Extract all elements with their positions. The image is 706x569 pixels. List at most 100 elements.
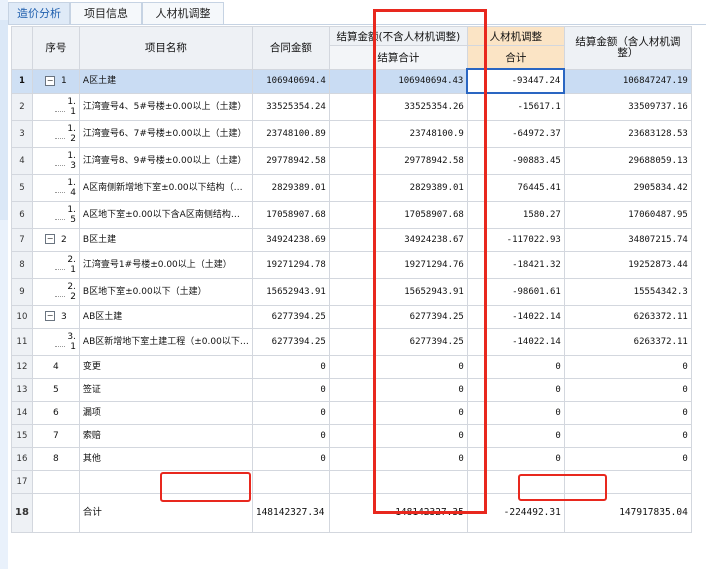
seq-cell[interactable]: 1. 5 xyxy=(31,200,80,229)
settlement-incl-cell[interactable]: 0 xyxy=(563,446,692,471)
labor-adjust-cell[interactable]: 0 xyxy=(466,354,565,379)
total-settlement-amount[interactable]: 148142327.35 xyxy=(328,492,468,533)
seq-cell[interactable]: −1 xyxy=(31,68,80,94)
settlement-amount-cell[interactable]: 19271294.76 xyxy=(328,250,468,279)
project-name-cell[interactable]: 其他 xyxy=(78,446,253,471)
settlement-incl-cell[interactable]: 6263372.11 xyxy=(563,327,692,356)
table-row[interactable]: 8 2. 1 江湾壹号1#号楼±0.00以上（土建） 19271294.78 19271… xyxy=(11,250,692,279)
table-row[interactable]: 1−1 A区土建 106940694.4 106940694.43 -93447.24 1… xyxy=(11,68,692,94)
table-row[interactable]: 11 3. 1 AB区新增地下室土建工程（±0.00以下… 6277394.25 627… xyxy=(11,327,692,356)
table-row[interactable]: 16 8 其他 0 0 0 0 xyxy=(11,446,692,471)
table-row[interactable]: 6 1. 5 A区地下室±0.00以下含A区南侧结构… 17058907.68 1705… xyxy=(11,200,692,229)
seq-cell[interactable]: −2 xyxy=(31,227,80,252)
settlement-amount-cell[interactable]: 0 xyxy=(328,446,468,471)
project-name-cell[interactable]: 江湾壹号8、9#号楼±0.00以上（土建） xyxy=(78,146,253,175)
settlement-amount-cell[interactable]: 23748100.9 xyxy=(328,119,468,148)
seq-cell[interactable]: 1. 2 xyxy=(31,119,80,148)
settlement-incl-cell[interactable]: 34807215.74 xyxy=(563,227,692,252)
settlement-amount-cell[interactable]: 33525354.26 xyxy=(328,92,468,121)
settlement-amount-cell[interactable]: 34924238.67 xyxy=(328,227,468,252)
contract-amount-cell[interactable] xyxy=(251,469,330,494)
contract-amount-cell[interactable]: 0 xyxy=(251,423,330,448)
header-labor-adjust[interactable]: 人材机调整 xyxy=(466,26,565,46)
header-seq[interactable]: 序号 xyxy=(31,26,80,70)
project-name-cell[interactable]: A区南侧新增地下室±0.00以下结构（… xyxy=(78,173,253,202)
labor-adjust-cell[interactable]: -15617.1 xyxy=(466,92,565,121)
settlement-amount-cell[interactable]: 29778942.58 xyxy=(328,146,468,175)
contract-amount-cell[interactable]: 6277394.25 xyxy=(251,327,330,356)
seq-cell[interactable]: 2. 1 xyxy=(31,250,80,279)
labor-adjust-cell[interactable]: -117022.93 xyxy=(466,227,565,252)
total-settlement-incl[interactable]: 147917835.04 xyxy=(563,492,692,533)
settlement-incl-cell[interactable]: 2905834.42 xyxy=(563,173,692,202)
seq-cell[interactable]: 3. 1 xyxy=(31,327,80,356)
settlement-amount-cell[interactable]: 15652943.91 xyxy=(328,277,468,306)
settlement-amount-cell[interactable] xyxy=(328,469,468,494)
project-name-cell[interactable]: 索赔 xyxy=(78,423,253,448)
project-name-cell[interactable]: AB区土建 xyxy=(78,304,253,329)
contract-amount-cell[interactable]: 2829389.01 xyxy=(251,173,330,202)
contract-amount-cell[interactable]: 29778942.58 xyxy=(251,146,330,175)
total-row[interactable]: 18 合计 148142327.34 148142327.35 -224492.… xyxy=(11,492,692,533)
header-contract-amount[interactable]: 合同金额 xyxy=(251,26,330,70)
contract-amount-cell[interactable]: 0 xyxy=(251,400,330,425)
seq-cell[interactable]: 1. 3 xyxy=(31,146,80,175)
settlement-incl-cell[interactable]: 33509737.16 xyxy=(563,92,692,121)
labor-adjust-cell[interactable]: -18421.32 xyxy=(466,250,565,279)
settlement-incl-cell[interactable]: 17060487.95 xyxy=(563,200,692,229)
table-row[interactable]: 2 1. 1 江湾壹号4、5#号楼±0.00以上（土建） 33525354.24 335… xyxy=(11,92,692,121)
contract-amount-cell[interactable]: 19271294.78 xyxy=(251,250,330,279)
header-labor-adjust-total[interactable]: 合计 xyxy=(466,45,565,70)
project-name-cell[interactable]: B区土建 xyxy=(78,227,253,252)
seq-cell[interactable]: 2. 2 xyxy=(31,277,80,306)
contract-amount-cell[interactable]: 33525354.24 xyxy=(251,92,330,121)
settlement-incl-cell[interactable] xyxy=(563,469,692,494)
table-row[interactable]: 13 5 签证 0 0 0 0 xyxy=(11,377,692,402)
collapse-icon[interactable]: − xyxy=(45,75,56,86)
settlement-incl-cell[interactable]: 19252873.44 xyxy=(563,250,692,279)
settlement-amount-cell[interactable]: 0 xyxy=(328,423,468,448)
project-name-cell[interactable]: A区地下室±0.00以下含A区南侧结构… xyxy=(78,200,253,229)
settlement-incl-cell[interactable]: 0 xyxy=(563,354,692,379)
labor-adjust-cell[interactable]: 0 xyxy=(466,400,565,425)
header-settlement-excl[interactable]: 结算金额(不含人材机调整) xyxy=(328,26,468,46)
settlement-incl-cell[interactable]: 106847247.19 xyxy=(563,68,692,94)
contract-amount-cell[interactable]: 106940694.4 xyxy=(251,68,330,94)
seq-cell[interactable]: 7 xyxy=(31,423,80,448)
labor-adjust-cell[interactable]: -64972.37 xyxy=(466,119,565,148)
project-name-cell[interactable]: 签证 xyxy=(78,377,253,402)
contract-amount-cell[interactable]: 0 xyxy=(251,354,330,379)
settlement-incl-cell[interactable]: 23683128.53 xyxy=(563,119,692,148)
labor-adjust-cell[interactable]: -90883.45 xyxy=(466,146,565,175)
project-name-cell[interactable]: 漏项 xyxy=(78,400,253,425)
seq-cell[interactable]: 1. 4 xyxy=(31,173,80,202)
seq-cell[interactable]: −3 xyxy=(31,304,80,329)
header-settlement-total[interactable]: 结算合计 xyxy=(328,45,468,70)
seq-cell[interactable]: 8 xyxy=(31,446,80,471)
seq-cell[interactable]: 1. 1 xyxy=(31,92,80,121)
project-name-cell[interactable]: B区地下室±0.00以下（土建） xyxy=(78,277,253,306)
table-row[interactable]: 15 7 索赔 0 0 0 0 xyxy=(11,423,692,448)
settlement-amount-cell[interactable]: 2829389.01 xyxy=(328,173,468,202)
table-row[interactable]: 7−2 B区土建 34924238.69 34924238.67 -117022.93 3… xyxy=(11,227,692,252)
seq-cell[interactable] xyxy=(31,469,80,494)
settlement-amount-cell[interactable]: 17058907.68 xyxy=(328,200,468,229)
settlement-incl-cell[interactable]: 0 xyxy=(563,400,692,425)
contract-amount-cell[interactable]: 0 xyxy=(251,377,330,402)
seq-cell[interactable]: 5 xyxy=(31,377,80,402)
settlement-amount-cell[interactable]: 0 xyxy=(328,354,468,379)
settlement-amount-cell[interactable]: 6277394.25 xyxy=(328,327,468,356)
project-name-cell[interactable] xyxy=(78,469,253,494)
header-project-name[interactable]: 项目名称 xyxy=(78,26,253,70)
settlement-incl-cell[interactable]: 6263372.11 xyxy=(563,304,692,329)
labor-adjust-cell[interactable]: 0 xyxy=(466,423,565,448)
seq-cell[interactable]: 4 xyxy=(31,354,80,379)
settlement-amount-cell[interactable]: 6277394.25 xyxy=(328,304,468,329)
project-name-cell[interactable]: 江湾壹号4、5#号楼±0.00以上（土建） xyxy=(78,92,253,121)
contract-amount-cell[interactable]: 23748100.89 xyxy=(251,119,330,148)
collapse-icon[interactable]: − xyxy=(45,311,56,322)
project-name-cell[interactable]: AB区新增地下室土建工程（±0.00以下… xyxy=(78,327,253,356)
tab-cost-analysis[interactable]: 造价分析 xyxy=(8,2,70,24)
labor-adjust-cell[interactable]: 0 xyxy=(466,446,565,471)
header-settlement-incl[interactable]: 结算金额（含人材机调整） xyxy=(563,26,692,70)
